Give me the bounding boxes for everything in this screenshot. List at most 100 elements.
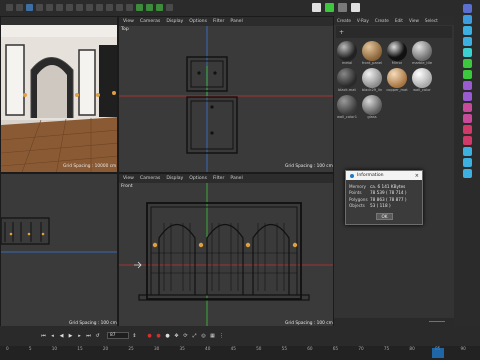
add-material-icon[interactable]: + <box>339 29 344 36</box>
menu-options[interactable]: Options <box>189 19 207 24</box>
axis-icon[interactable] <box>462 103 472 112</box>
record-icon[interactable]: ● <box>146 332 153 339</box>
mat-menu-edit[interactable]: Edit <box>395 18 403 23</box>
go-start-icon[interactable]: ⏮ <box>40 332 47 339</box>
y-axis-icon[interactable] <box>76 4 83 11</box>
deformer-icon[interactable] <box>325 3 334 12</box>
material-preview <box>337 41 357 61</box>
material-toolbar: + <box>336 26 452 38</box>
frame-arrows-icon[interactable]: ⇕ <box>131 332 138 339</box>
menu-view[interactable]: View <box>123 19 134 24</box>
menu-filter[interactable]: Filter <box>213 19 224 24</box>
cube-icon[interactable] <box>136 4 143 11</box>
mat-menu-vray[interactable]: V-Ray <box>357 18 369 23</box>
edges-icon[interactable] <box>462 37 472 46</box>
prev-key-icon[interactable]: ◂ <box>49 332 56 339</box>
undo-icon[interactable] <box>6 4 13 11</box>
material-item[interactable]: black29_lin <box>361 68 383 92</box>
render-settings-icon[interactable] <box>126 4 133 11</box>
camera-tool-icon[interactable] <box>462 147 472 156</box>
material-item[interactable]: front_panel <box>361 41 383 65</box>
select-tool-icon[interactable] <box>26 4 33 11</box>
layout-icon[interactable] <box>462 4 472 13</box>
mat-menu-create2[interactable]: Create <box>375 18 389 23</box>
brush-icon[interactable] <box>462 114 472 123</box>
mat-menu-view[interactable]: View <box>409 18 419 23</box>
polygons-icon[interactable] <box>462 48 472 57</box>
scale-key-icon[interactable]: ⤢ <box>191 332 198 339</box>
menu-view[interactable]: View <box>123 176 134 181</box>
material-item[interactable]: black.mat <box>336 68 358 92</box>
paint-icon[interactable] <box>462 136 472 145</box>
top-viewport[interactable]: View Cameras Display Options Filter Pane… <box>118 16 334 173</box>
menu-cameras[interactable]: Cameras <box>140 176 160 181</box>
rotate-tool-icon[interactable] <box>56 4 63 11</box>
material-preview <box>387 41 407 61</box>
material-item[interactable]: glass <box>361 95 383 119</box>
menu-panel[interactable]: Panel <box>230 19 242 24</box>
scale-tool-icon[interactable] <box>46 4 53 11</box>
menu-options[interactable]: Options <box>189 176 207 181</box>
x-axis-icon[interactable] <box>66 4 73 11</box>
perspective-viewport[interactable]: Grid Spacing : 10000 cm <box>0 16 118 173</box>
rotation-key-icon[interactable]: ⟳ <box>182 332 189 339</box>
redo-icon[interactable] <box>16 4 23 11</box>
material-statusbar <box>334 318 454 326</box>
front-viewport[interactable]: View Cameras Display Options Filter Pane… <box>118 173 334 330</box>
play-icon[interactable]: ▶ <box>67 332 74 339</box>
camera-icon[interactable] <box>338 3 347 12</box>
z-axis-icon[interactable] <box>86 4 93 11</box>
mesh-icon[interactable] <box>462 26 472 35</box>
material-item[interactable]: metal <box>336 41 358 65</box>
close-icon[interactable]: × <box>415 173 419 179</box>
autokey-icon[interactable]: ● <box>155 332 162 339</box>
material-item[interactable]: copper_mat <box>386 68 408 92</box>
material-item[interactable]: Mirror <box>386 41 408 65</box>
material-item[interactable]: wall_color1 <box>336 95 358 119</box>
render-icon[interactable] <box>462 158 472 167</box>
texture-icon[interactable] <box>462 59 472 68</box>
floor-icon[interactable] <box>312 3 321 12</box>
menu-display[interactable]: Display <box>166 19 183 24</box>
render-view-icon[interactable] <box>106 4 113 11</box>
ok-button[interactable]: OK <box>376 213 393 220</box>
keyframe-selection-icon[interactable]: ● <box>164 332 171 339</box>
scene-icon[interactable] <box>462 169 472 178</box>
position-key-icon[interactable]: ✥ <box>173 332 180 339</box>
transport-controls: ⏮ ◂ ◀ ▶ ▸ ⏭ ↺ 87 ⇕ ● ● ● ✥ ⟳ ⤢ ◎ ▦ ⋮ <box>40 332 225 339</box>
spline-icon[interactable] <box>156 4 163 11</box>
nurbs-icon[interactable] <box>166 4 173 11</box>
material-item[interactable]: wall_color <box>411 68 433 92</box>
coord-system-icon[interactable] <box>96 4 103 11</box>
light-icon[interactable] <box>351 3 360 12</box>
menu-cameras[interactable]: Cameras <box>140 19 160 24</box>
snap-icon[interactable] <box>462 81 472 90</box>
param-key-icon[interactable]: ◎ <box>200 332 207 339</box>
pla-key-icon[interactable]: ▦ <box>209 332 216 339</box>
information-dialog-titlebar[interactable]: Information × <box>346 171 422 180</box>
menu-panel[interactable]: Panel <box>230 176 242 181</box>
playhead[interactable] <box>432 348 444 358</box>
mat-menu-create[interactable]: Create <box>337 18 351 23</box>
menu-display[interactable]: Display <box>166 176 183 181</box>
menu-filter[interactable]: Filter <box>213 176 224 181</box>
prev-frame-icon[interactable]: ◀ <box>58 332 65 339</box>
next-frame-icon[interactable]: ▸ <box>76 332 83 339</box>
frame-field[interactable]: 87 <box>107 332 129 339</box>
render-picture-icon[interactable] <box>116 4 123 11</box>
right-viewport[interactable]: Grid Spacing : 100 cm <box>0 173 118 330</box>
material-preview <box>412 68 432 88</box>
material-zoom-slider[interactable] <box>429 321 445 322</box>
move-tool-icon[interactable] <box>36 4 43 11</box>
hair-icon[interactable] <box>462 125 472 134</box>
workplane-icon[interactable] <box>462 70 472 79</box>
mat-menu-select[interactable]: Select <box>425 18 438 23</box>
sculpt-icon[interactable] <box>462 92 472 101</box>
next-key-icon[interactable]: ⏭ <box>85 332 92 339</box>
material-item[interactable]: marble_tile <box>411 41 433 65</box>
loop-icon[interactable]: ↺ <box>94 332 101 339</box>
timeline-settings-icon[interactable]: ⋮ <box>218 332 225 339</box>
model-icon[interactable] <box>462 15 472 24</box>
timeline-ruler[interactable]: 0 5 10 15 20 25 30 35 40 45 50 55 60 65 … <box>0 346 480 360</box>
sphere-icon[interactable] <box>146 4 153 11</box>
